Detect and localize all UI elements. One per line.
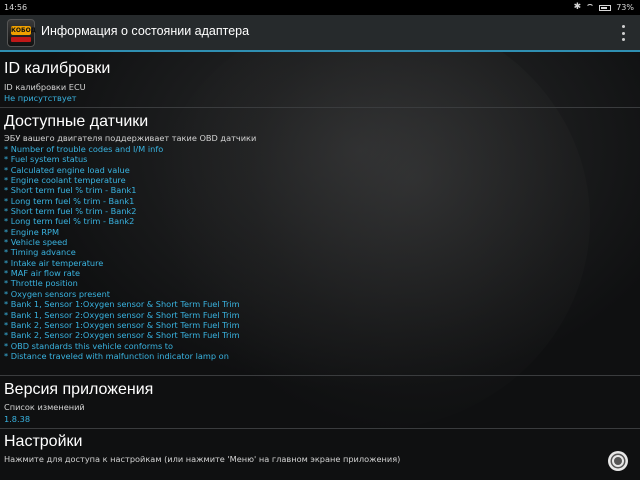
gear-icon[interactable] [608,451,628,471]
list-item: * MAF air flow rate [4,268,81,279]
list-item: * Timing advance [4,247,76,258]
app-logo-plate: КОБОД [11,26,37,35]
list-item: * Bank 1, Sensor 2:Oxygen sensor & Short… [4,309,240,320]
list-item: * Throttle position [4,278,78,289]
divider [0,107,640,108]
action-bar: КОБОД Информация о состоянии адаптера [0,15,640,52]
settings-title[interactable]: Настройки [4,433,82,451]
list-item: * Intake air temperature [4,257,104,268]
list-item: * Vehicle speed [4,237,68,248]
list-item: * Engine RPM [4,226,60,237]
sensor-list: * Number of trouble codes and I/M info *… [4,144,240,361]
list-item: * Bank 2, Sensor 1:Oxygen sensor & Short… [4,319,240,330]
list-item: * Distance traveled with malfunction ind… [4,350,229,361]
list-item: * Oxygen sensors present [4,288,110,299]
app-version-value: 1.8.38 [4,414,31,424]
divider [0,428,640,429]
list-item: * Engine coolant temperature [4,175,126,186]
list-item: * Short term fuel % trim - Bank1 [4,185,137,196]
battery-level: 73% [616,3,634,12]
overflow-menu-icon[interactable] [622,25,626,41]
calibration-value: Не присутствует [4,93,77,103]
list-item: * Bank 2, Sensor 2:Oxygen sensor & Short… [4,330,240,341]
app-version-title[interactable]: Версия приложения [4,381,153,399]
app-logo-stripe [11,37,31,42]
app-logo-icon[interactable]: КОБОД [7,19,37,47]
list-item: * Fuel system status [4,154,88,165]
list-item: * OBD standards this vehicle conforms to [4,340,174,351]
settings-description[interactable]: Нажмите для доступа к настройкам (или на… [4,454,400,464]
battery-icon [599,4,612,11]
sensors-title: Доступные датчики [4,113,149,130]
bluetooth-icon: ✱ [573,2,582,12]
list-item: * Number of trouble codes and I/M info [4,144,164,154]
changelog-label[interactable]: Список изменений [4,402,85,412]
list-item: * Calculated engine load value [4,164,130,175]
status-time: 14:56 [4,3,28,12]
divider [0,375,640,376]
page-title: Информация о состоянии адаптера [41,24,250,38]
status-bar: 14:56 ✱ 73% [0,0,640,15]
screen: 14:56 ✱ 73% КОБОД Информация о состоянии… [0,0,640,480]
wifi-icon [586,4,595,11]
calibration-label: ID калибровки ECU [4,82,86,92]
list-item: * Short term fuel % trim - Bank2 [4,206,137,217]
status-icons: ✱ 73% [574,0,634,15]
sensors-description: ЭБУ вашего двигателя поддерживает такие … [4,133,257,143]
list-item: * Bank 1, Sensor 1:Oxygen sensor & Short… [4,299,240,310]
list-item: * Long term fuel % trim - Bank1 [4,195,135,206]
list-item: * Long term fuel % trim - Bank2 [4,216,135,227]
calibration-title: ID калибровки [4,60,111,77]
